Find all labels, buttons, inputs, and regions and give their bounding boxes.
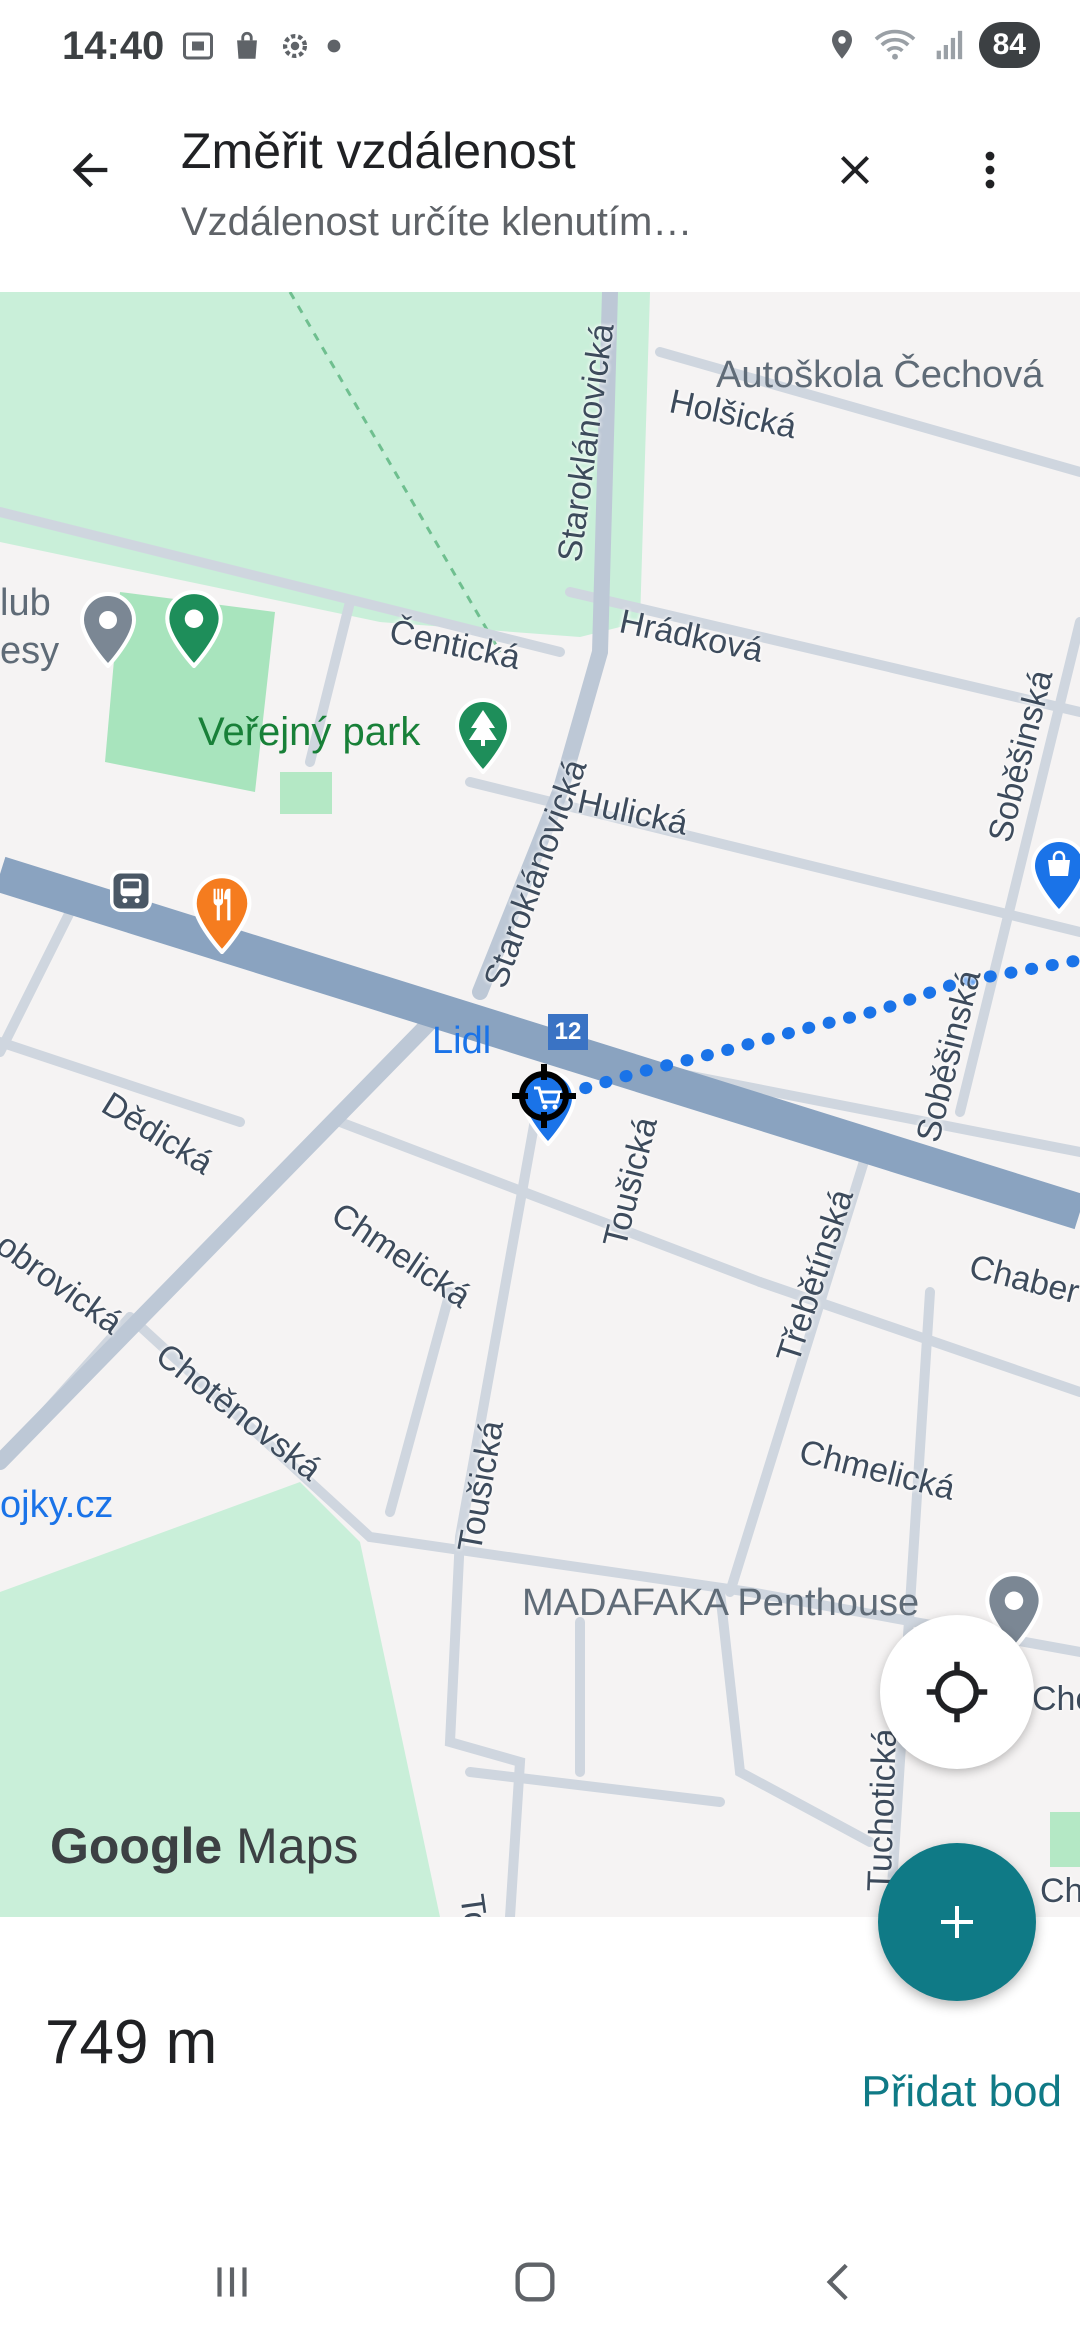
road-misc-5 bbox=[385, 1287, 455, 1517]
road-misc-2 bbox=[465, 1767, 725, 1807]
plus-icon bbox=[941, 1906, 973, 1938]
bus-stop-icon[interactable] bbox=[110, 870, 152, 912]
road-misc-3 bbox=[715, 1587, 875, 1847]
more-options-button[interactable] bbox=[955, 135, 1025, 205]
bag-icon bbox=[237, 31, 257, 59]
poi-label-website[interactable]: ojky.cz bbox=[0, 1484, 113, 1527]
arrow-back-icon bbox=[72, 152, 108, 188]
route-shield: 12 bbox=[548, 1014, 588, 1050]
crosshair-measure-point-icon[interactable] bbox=[510, 1062, 578, 1130]
main-road bbox=[0, 856, 1080, 1230]
page-subtitle: Vzdálenost určíte klenutím… bbox=[181, 200, 693, 244]
park-area-right bbox=[1050, 1812, 1080, 1867]
location-icon bbox=[831, 30, 852, 59]
home-icon bbox=[515, 2262, 555, 2302]
close-button[interactable] bbox=[820, 135, 890, 205]
status-time: 14:40 bbox=[62, 24, 165, 68]
recent-apps-button[interactable] bbox=[182, 2237, 282, 2327]
road-west bbox=[0, 887, 85, 1057]
park-area-small bbox=[280, 772, 332, 814]
status-bar: 14:40 84 bbox=[0, 0, 1080, 100]
shopping-bag-icon[interactable] bbox=[1028, 838, 1080, 914]
street-label-cho-right: Cho bbox=[1032, 1680, 1080, 1718]
status-icons-right: 84 bbox=[827, 22, 1040, 68]
more-vert-icon bbox=[985, 151, 995, 189]
poi-label-madafaka[interactable]: MADAFAKA Penthouse bbox=[522, 1582, 919, 1625]
chevron-left-icon bbox=[826, 2263, 848, 2301]
signal-icon bbox=[936, 30, 962, 60]
home-button[interactable] bbox=[485, 2237, 585, 2327]
battery-indicator: 84 bbox=[978, 22, 1040, 68]
tree-icon[interactable] bbox=[452, 698, 514, 774]
google-maps-logo: Google Maps bbox=[50, 1817, 358, 1875]
poi-label-lidl[interactable]: Lidl bbox=[432, 1020, 491, 1063]
recent-apps-icon bbox=[217, 2267, 247, 2297]
screenshot-icon bbox=[183, 32, 213, 60]
wifi-icon bbox=[874, 29, 915, 60]
crosshair-location-icon bbox=[926, 1661, 988, 1723]
status-icons-left bbox=[180, 28, 342, 64]
poi-label-esy: esy bbox=[0, 630, 60, 672]
google-wordmark: Google bbox=[50, 1818, 223, 1874]
green-place-pin[interactable] bbox=[162, 590, 226, 668]
gear-icon bbox=[282, 33, 308, 59]
back-nav-button[interactable] bbox=[790, 2237, 890, 2327]
maps-wordmark: Maps bbox=[236, 1818, 359, 1874]
close-icon bbox=[841, 156, 869, 184]
street-label-cho-bottom: Cho bbox=[1040, 1872, 1080, 1910]
dot-icon bbox=[327, 39, 341, 53]
back-button[interactable] bbox=[55, 135, 125, 205]
add-point-fab[interactable] bbox=[878, 1843, 1036, 2001]
distance-value: 749 m bbox=[45, 2008, 218, 2077]
add-point-button[interactable]: Přidat bod bbox=[861, 2067, 1062, 2117]
poi-label-club: lub bbox=[0, 582, 51, 624]
my-location-button[interactable] bbox=[880, 1615, 1034, 1769]
gray-place-pin[interactable] bbox=[78, 592, 138, 668]
poi-label-verejny-park[interactable]: Veřejný park bbox=[198, 710, 420, 755]
poi-label-autoskola: Autoškola Čechová bbox=[716, 354, 1044, 396]
restaurant-icon[interactable] bbox=[188, 874, 256, 954]
page-title: Změřit vzdálenost bbox=[181, 123, 576, 179]
park-area-top bbox=[0, 292, 650, 637]
measurement-line bbox=[539, 954, 1080, 1106]
system-navigation-bar bbox=[0, 2217, 1080, 2340]
measure-header: Změřit vzdálenost Vzdálenost určíte klen… bbox=[0, 100, 1080, 290]
